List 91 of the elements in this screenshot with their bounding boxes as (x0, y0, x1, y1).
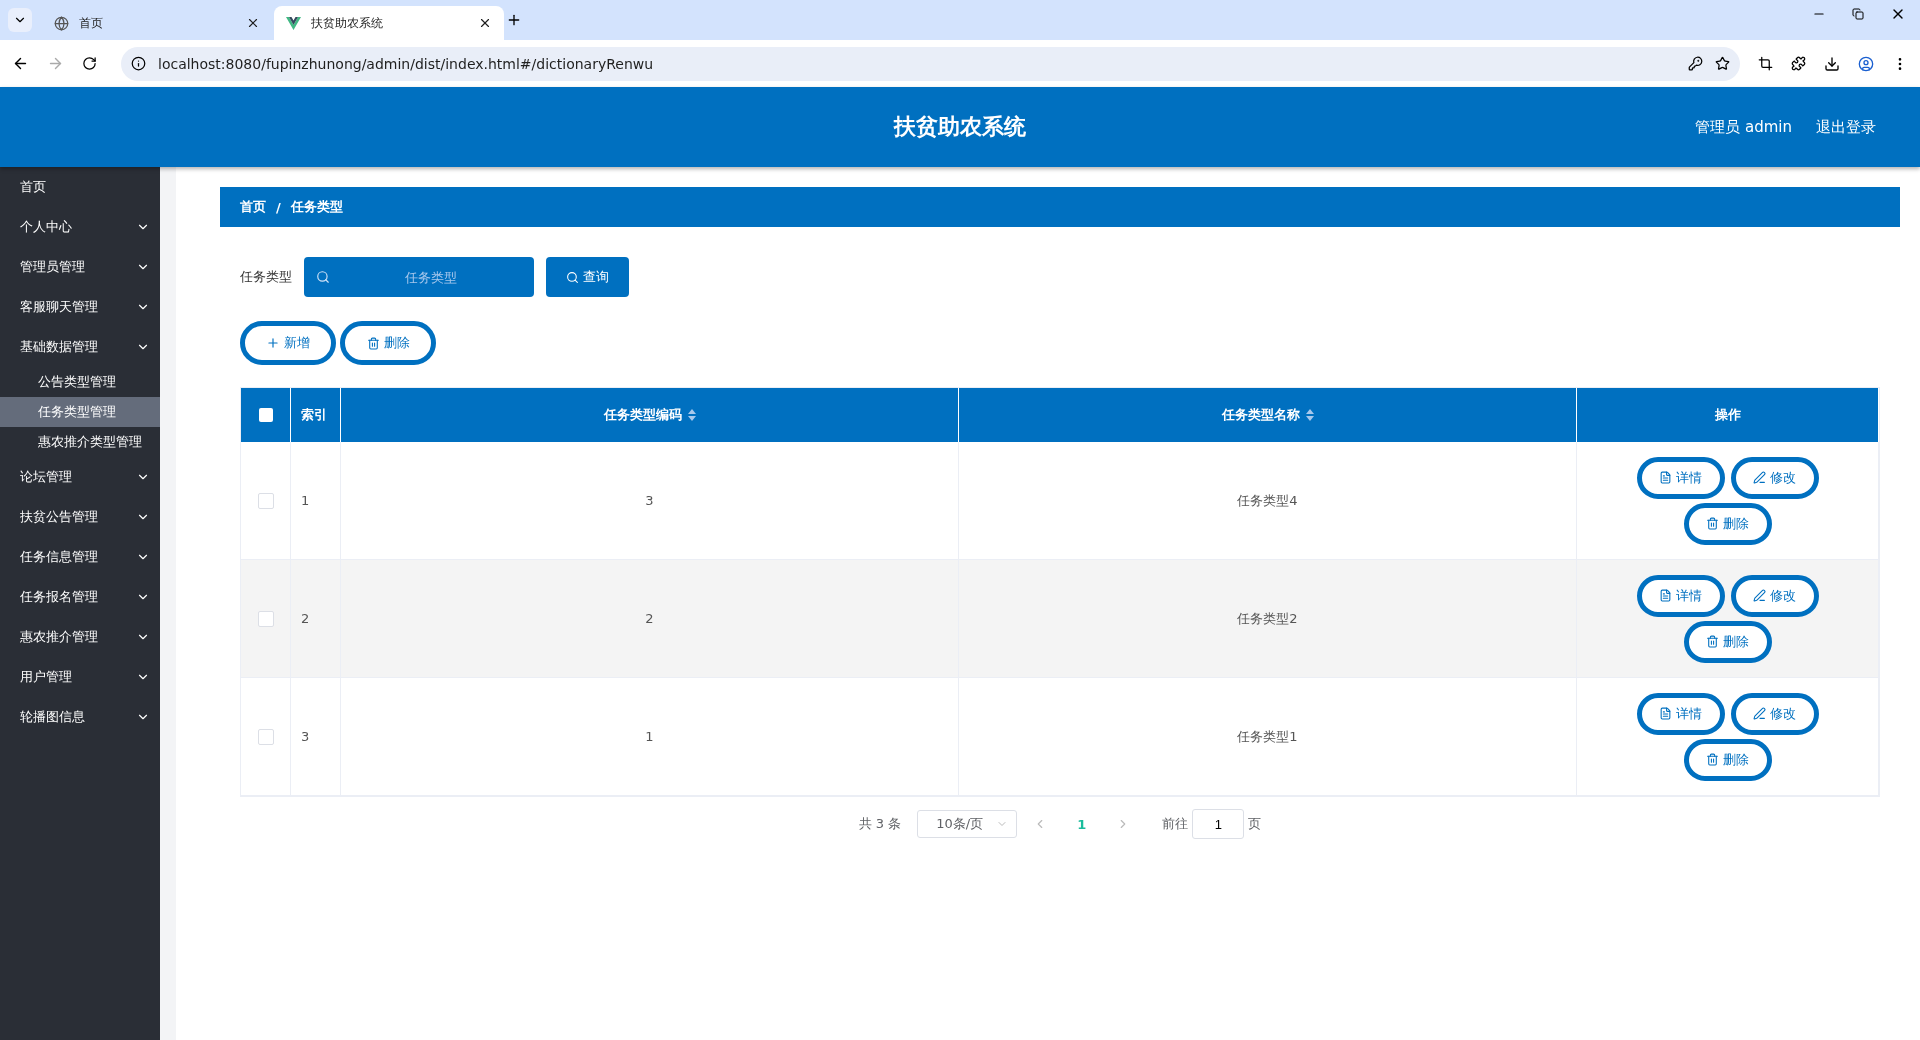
back-icon (12, 55, 29, 72)
table-cell: 3 (645, 493, 654, 508)
sort-icon[interactable] (1305, 409, 1314, 421)
trash-icon (1706, 517, 1719, 530)
star-icon (1715, 56, 1730, 71)
sidebar-item[interactable]: 客服聊天管理 (0, 287, 160, 327)
breadcrumb-item: 任务类型 (290, 198, 343, 216)
table-cell: 1 (301, 493, 310, 508)
v-logo-icon (286, 16, 301, 30)
document-icon (1659, 471, 1672, 484)
tab-search-button[interactable] (8, 8, 32, 32)
table-cell: 3 (301, 729, 310, 744)
crop-icon (1758, 56, 1773, 71)
total-count: 共 3 条 (858, 815, 902, 833)
delete-button[interactable]: 删除 (340, 321, 436, 365)
detail-button[interactable]: 详情 (1636, 574, 1725, 617)
document-icon (1659, 589, 1672, 602)
browser-tab[interactable]: 扶贫助农系统 (274, 6, 504, 40)
edit-button[interactable]: 修改 (1730, 692, 1819, 735)
plus-icon (266, 336, 280, 350)
puzzle-icon (1791, 56, 1806, 71)
row-checkbox[interactable] (257, 610, 274, 627)
pencil-icon (1753, 707, 1766, 720)
column-header: 任务类型编码 (341, 388, 959, 442)
page-size-select[interactable]: 10条/页 (917, 810, 1018, 838)
globe-icon (54, 15, 69, 31)
sidebar-subitem[interactable]: 惠农推介类型管理 (0, 427, 160, 457)
info-icon (131, 56, 146, 71)
sort-icon[interactable] (687, 409, 696, 421)
trash-icon (366, 336, 380, 350)
goto-label: 前往 (1162, 815, 1189, 833)
search-icon (566, 270, 579, 284)
goto-page-field[interactable]: 1 (1192, 809, 1245, 839)
sidebar-item[interactable]: 论坛管理 (0, 457, 160, 497)
user-label: 管理员 admin (1695, 117, 1792, 137)
delete-button[interactable]: 删除 (1683, 502, 1772, 545)
restore-icon (1852, 8, 1864, 20)
sidebar-item[interactable]: 基础数据管理 (0, 327, 160, 367)
sidebar-item[interactable]: 管理员管理 (0, 247, 160, 287)
logout-link[interactable]: 退出登录 (1816, 117, 1876, 137)
table-cell: 任务类型1 (1237, 727, 1298, 746)
pencil-icon (1753, 471, 1766, 484)
column-header: 索引 (291, 388, 341, 442)
trash-icon (1706, 635, 1719, 648)
reload-icon (82, 56, 97, 71)
breadcrumb-separator: / (276, 199, 281, 215)
query-button[interactable]: 查询 (546, 257, 629, 297)
sidebar-item[interactable]: 惠农推介管理 (0, 617, 160, 657)
detail-button[interactable]: 详情 (1636, 692, 1725, 735)
search-label: 任务类型 (240, 268, 292, 286)
search-field[interactable]: 任务类型 (304, 257, 534, 297)
sidebar-item[interactable]: 扶贫公告管理 (0, 497, 160, 537)
sidebar-subitem[interactable]: 公告类型管理 (0, 367, 160, 397)
sidebar-item[interactable]: 任务报名管理 (0, 577, 160, 617)
close-icon (478, 16, 492, 30)
key-icon (1688, 56, 1703, 71)
download-icon (1824, 55, 1840, 72)
select-all-checkbox[interactable] (258, 408, 273, 422)
table-cell: 1 (645, 729, 654, 744)
delete-button[interactable]: 删除 (1683, 620, 1772, 663)
page-suffix: 页 (1248, 815, 1262, 833)
column-header: 操作 (1577, 388, 1879, 442)
forward-icon (47, 55, 64, 72)
profile-icon (1858, 55, 1874, 72)
sidebar-item[interactable]: 个人中心 (0, 207, 160, 247)
document-icon (1659, 707, 1672, 720)
sidebar-item[interactable]: 首页 (0, 167, 160, 207)
column-header: 任务类型名称 (959, 388, 1577, 442)
app-title: 扶贫助农系统 (894, 113, 1026, 141)
close-icon (246, 16, 260, 30)
row-checkbox[interactable] (257, 492, 274, 509)
table-cell: 2 (645, 611, 654, 626)
trash-icon (1706, 753, 1719, 766)
table-cell: 任务类型4 (1237, 491, 1298, 510)
table-cell: 任务类型2 (1237, 609, 1298, 628)
pencil-icon (1753, 589, 1766, 602)
edit-button[interactable]: 修改 (1730, 574, 1819, 617)
table-cell: 2 (301, 611, 310, 626)
new-tab-button[interactable] (506, 12, 522, 28)
sidebar-item[interactable]: 轮播图信息 (0, 697, 160, 737)
sidebar-subitem[interactable]: 任务类型管理 (0, 397, 160, 427)
search-icon (316, 270, 330, 284)
delete-button[interactable]: 删除 (1683, 738, 1772, 781)
row-checkbox[interactable] (257, 728, 274, 745)
edit-button[interactable]: 修改 (1730, 456, 1819, 499)
sidebar-item[interactable]: 用户管理 (0, 657, 160, 697)
browser-tab[interactable]: 首页 (42, 6, 272, 40)
breadcrumb-item[interactable]: 首页 (240, 198, 266, 216)
detail-button[interactable]: 详情 (1636, 456, 1725, 499)
add-button[interactable]: 新增 (240, 321, 336, 365)
sidebar-item[interactable]: 任务信息管理 (0, 537, 160, 577)
